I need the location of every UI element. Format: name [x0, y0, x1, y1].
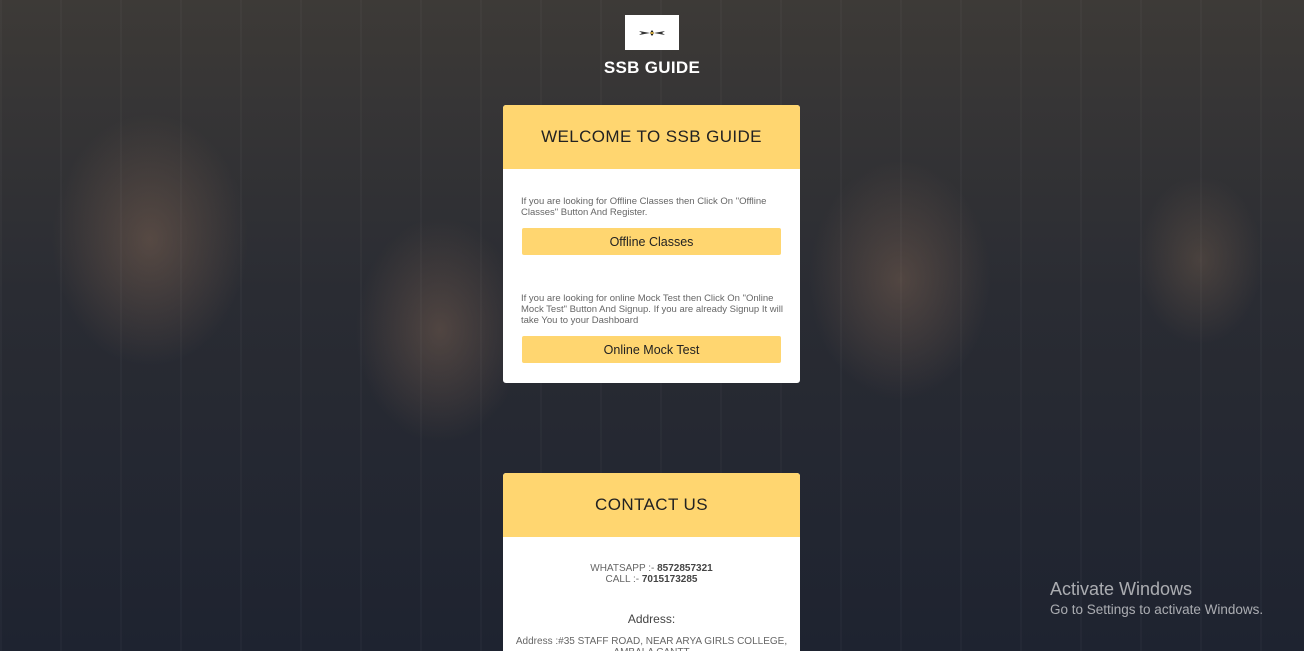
call-label: CALL :- — [605, 574, 640, 585]
whatsapp-number[interactable]: 8572857321 — [657, 563, 713, 574]
activate-subtitle: Go to Settings to activate Windows. — [1050, 602, 1264, 617]
call-line: CALL :- 7015173285 — [503, 574, 800, 585]
online-mock-test-button[interactable]: Online Mock Test — [522, 336, 781, 363]
welcome-card: WELCOME TO SSB GUIDE If you are looking … — [503, 105, 800, 383]
offline-classes-button[interactable]: Offline Classes — [522, 228, 781, 255]
call-number[interactable]: 7015173285 — [642, 574, 698, 585]
welcome-heading: WELCOME TO SSB GUIDE — [503, 105, 800, 169]
address-title: Address: — [627, 612, 676, 626]
site-title: SSB GUIDE — [603, 58, 701, 77]
whatsapp-line: WHATSAPP :- 8572857321 — [503, 563, 800, 574]
contact-card: CONTACT US WHATSAPP :- 8572857321 CALL :… — [503, 473, 800, 651]
activate-windows-watermark: Activate Windows Go to Settings to activ… — [1050, 578, 1263, 619]
wings-emblem-icon — [639, 29, 665, 36]
contact-numbers: WHATSAPP :- 8572857321 CALL :- 701517328… — [503, 563, 800, 585]
contact-heading: CONTACT US — [503, 473, 800, 537]
address-text: Address :#35 STAFF ROAD, NEAR ARYA GIRLS… — [515, 636, 788, 651]
activate-title: Activate Windows — [1050, 579, 1193, 599]
offline-description: If you are looking for Offline Classes t… — [521, 196, 767, 218]
whatsapp-label: WHATSAPP :- — [590, 563, 655, 574]
logo[interactable] — [625, 15, 679, 50]
online-description: If you are looking for online Mock Test … — [521, 293, 783, 326]
